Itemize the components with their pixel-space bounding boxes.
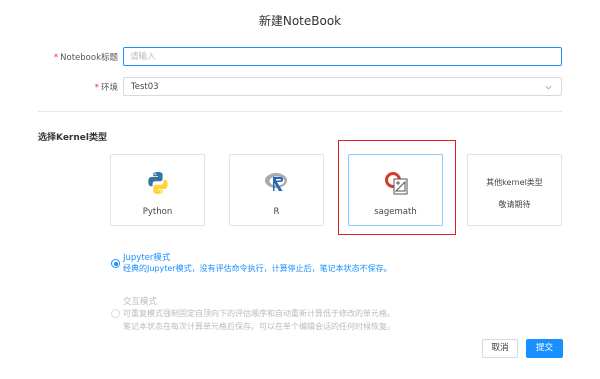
kernel-section-title: 选择Kernel类型	[38, 133, 107, 143]
environment-row: * 环境 Test03	[0, 77, 600, 97]
jupyter-mode-radio[interactable]	[111, 259, 120, 268]
section-divider	[38, 111, 562, 112]
python-logo-icon	[147, 172, 168, 194]
notebook-title-input[interactable]	[124, 48, 561, 65]
kernel-card-other: 其他kernel类型 敬请期待	[467, 154, 562, 226]
chevron-down-icon	[545, 85, 552, 90]
interactive-mode-desc-line1: 可重复模式强制固定自顶向下的评估顺序和自动重新计算低于修改的单元格。	[123, 309, 395, 318]
selection-highlight-box	[338, 140, 456, 235]
required-mark: *	[53, 53, 59, 63]
kernel-card-label: Python	[142, 207, 173, 217]
r-logo-icon	[264, 173, 287, 191]
kernel-card-coming-soon: 敬请期待	[498, 200, 531, 209]
cancel-button[interactable]: 取消	[482, 339, 518, 358]
notebook-title-row: * Notebook标题	[0, 47, 600, 67]
kernel-card-python[interactable]: Python	[110, 154, 205, 226]
jupyter-mode-desc: 经典的Jupyter模式，没有评估命令执行，计算停止后，笔记本状态不保存。	[123, 264, 392, 273]
environment-value: Test03	[131, 82, 159, 92]
dialog-title: 新建NoteBook	[258, 14, 342, 28]
notebook-title-label: * Notebook标题	[53, 53, 118, 63]
kernel-card-other-label: 其他kernel类型	[486, 178, 543, 187]
kernel-card-label: R	[273, 207, 280, 217]
environment-label: * 环境	[94, 83, 118, 93]
notebook-title-field[interactable]	[123, 47, 562, 66]
submit-button[interactable]: 提交	[526, 339, 563, 358]
environment-select[interactable]: Test03	[123, 77, 562, 96]
interactive-mode-desc-line2: 笔记本状态在每次计算单元格后保存。可以在单个编辑会话的任何时候恢复。	[123, 322, 395, 331]
required-mark: *	[94, 83, 99, 93]
kernel-card-r[interactable]: R	[229, 154, 324, 226]
interactive-mode-title[interactable]: 交互模式	[123, 295, 157, 307]
interactive-mode-radio[interactable]	[111, 309, 120, 318]
